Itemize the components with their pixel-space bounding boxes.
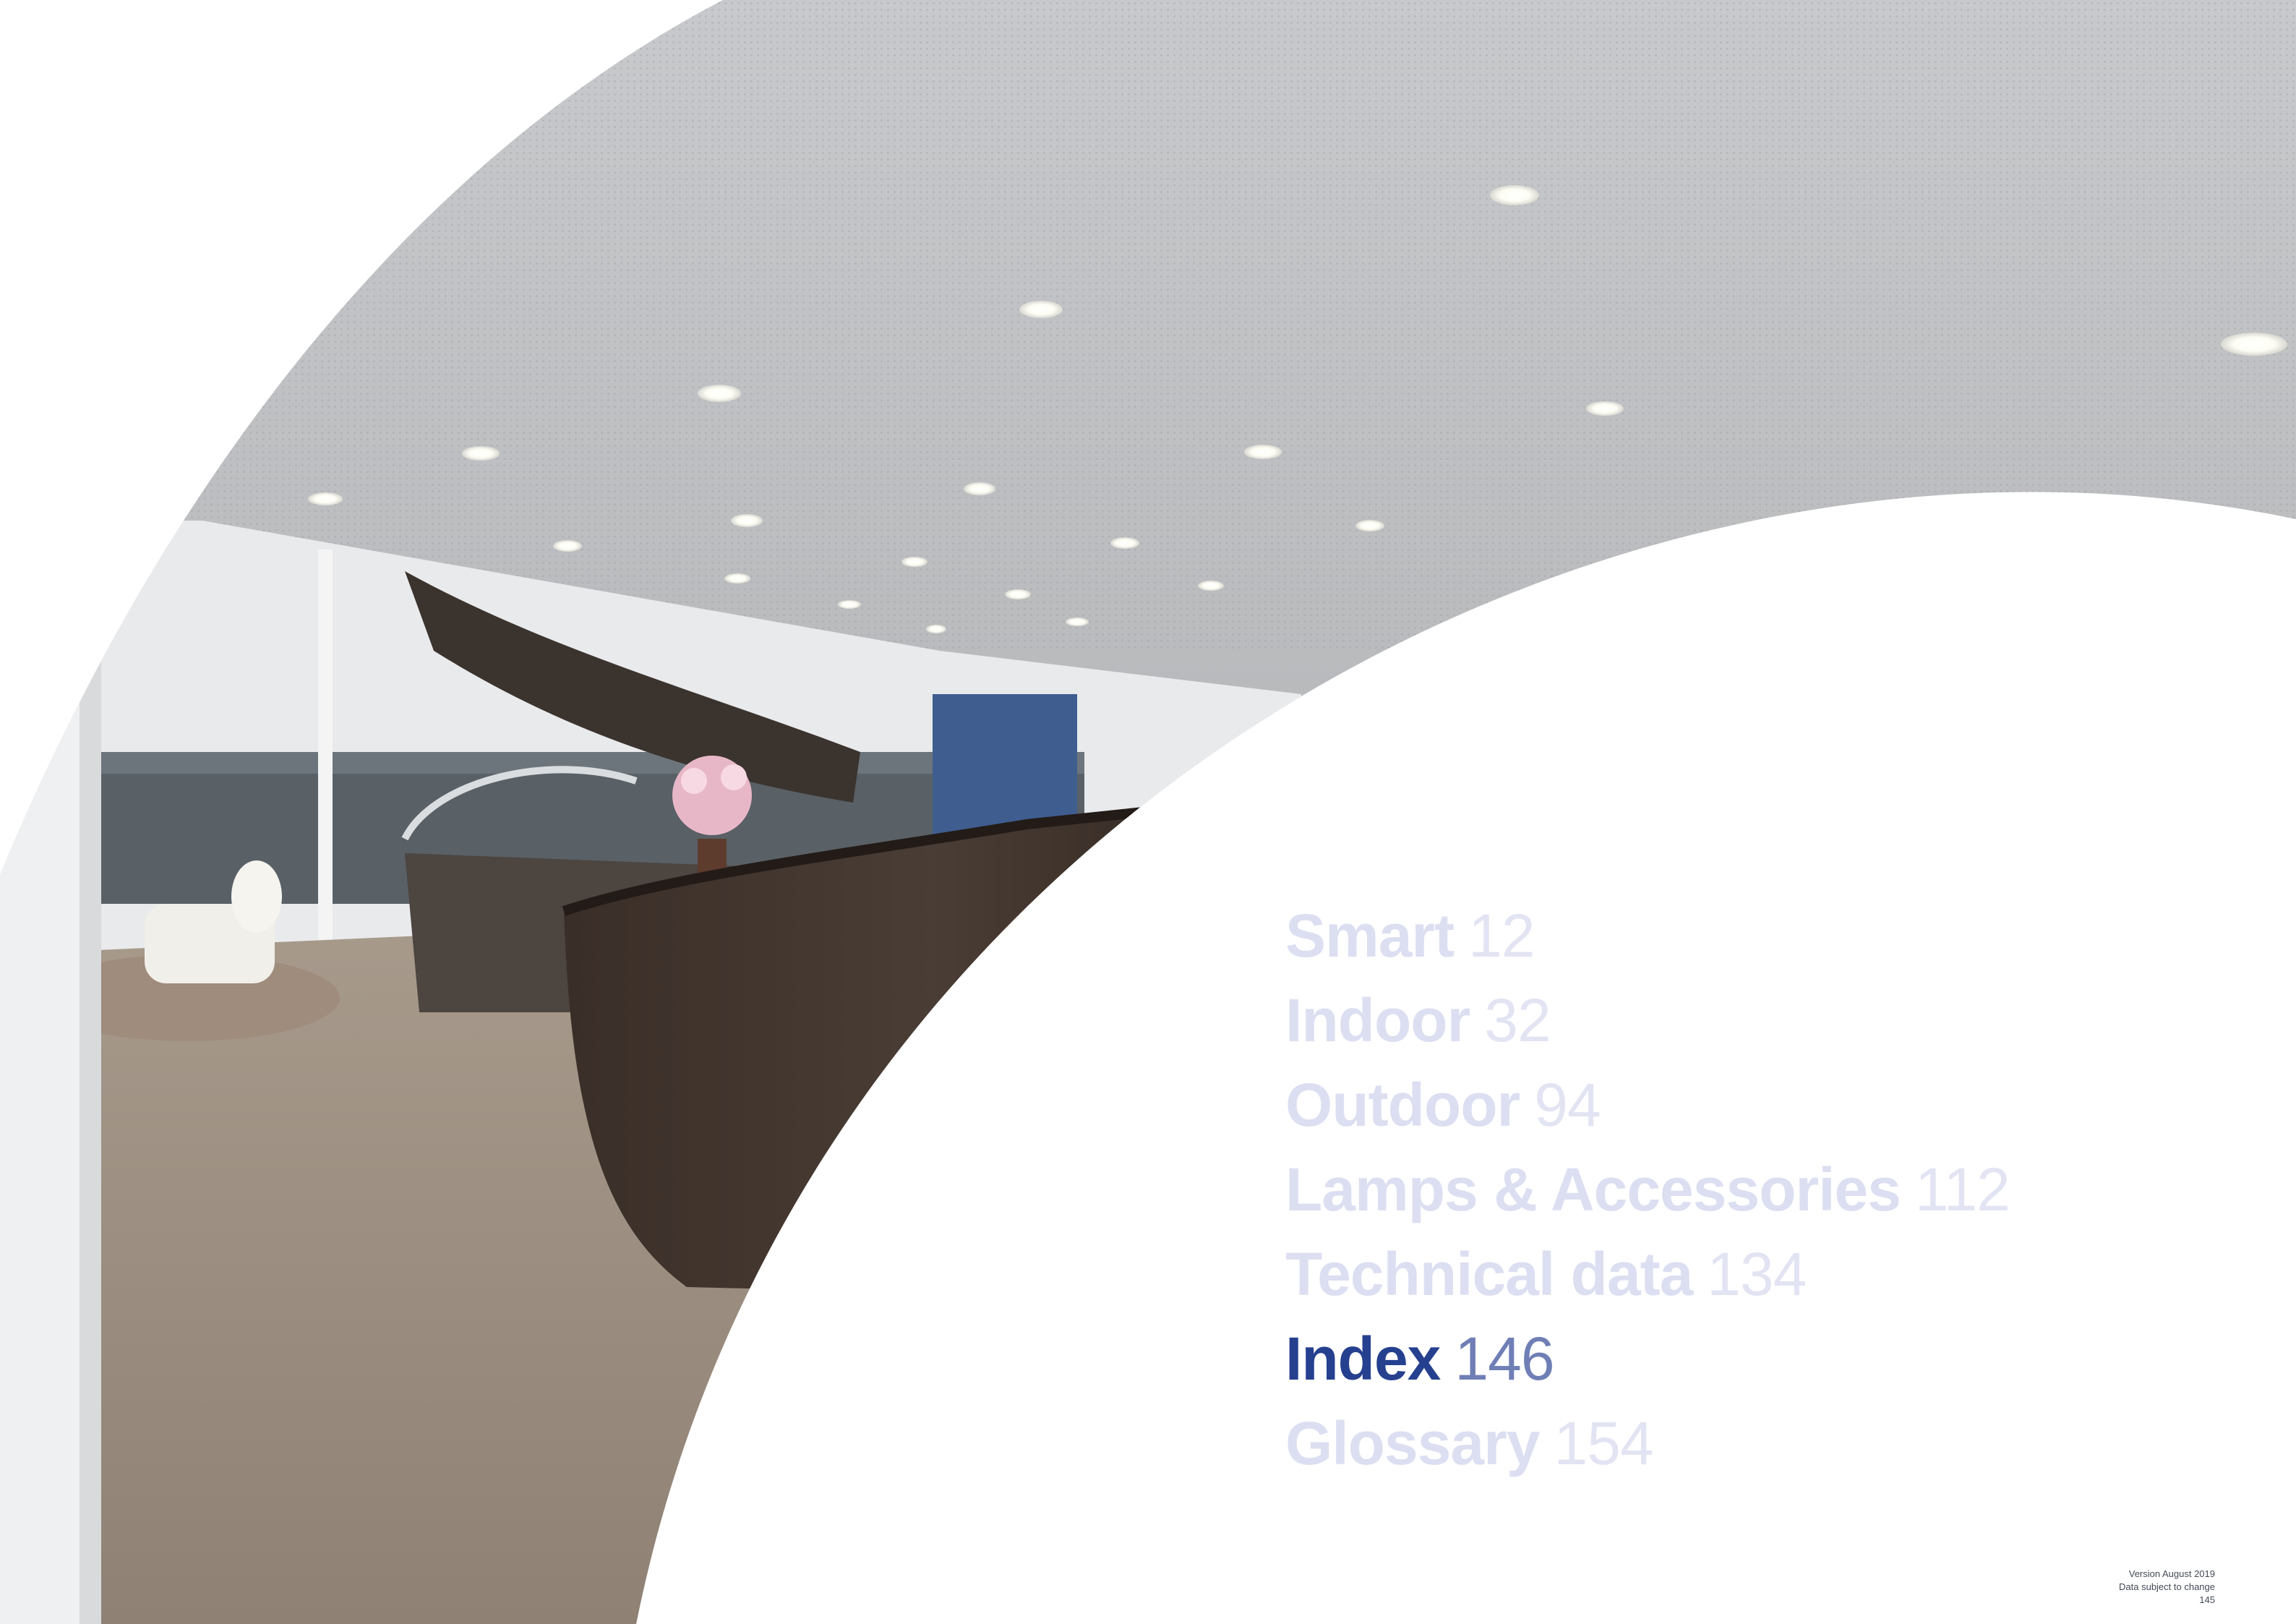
toc-label: Index [1285,1325,1441,1393]
toc-page-number: 12 [1468,902,1535,970]
toc-label: Indoor [1285,986,1470,1054]
toc-label: Smart [1285,902,1455,970]
toc-item-indoor[interactable]: Indoor 32 [1285,978,2010,1063]
toc-page-number: 146 [1455,1325,1554,1393]
toc-page-number: 134 [1707,1240,1807,1308]
page-footer: Version August 2019 Data subject to chan… [2119,1568,2215,1607]
toc-page-number: 154 [1554,1409,1654,1477]
disclaimer-note: Data subject to change [2119,1581,2215,1592]
toc-label: Lamps & Accessories [1285,1155,1901,1223]
toc-page-number: 94 [1534,1071,1601,1139]
toc-item-outdoor[interactable]: Outdoor 94 [1285,1063,2010,1148]
toc-item-index[interactable]: Index 146 [1285,1317,2010,1401]
toc-label: Glossary [1285,1409,1541,1477]
toc-item-smart[interactable]: Smart 12 [1285,894,2010,978]
table-of-contents: Smart 12 Indoor 32 Outdoor 94 Lamps & Acces… [1285,894,2010,1486]
toc-label: Outdoor [1285,1071,1520,1139]
toc-page-number: 112 [1914,1155,2010,1223]
version-note: Version August 2019 [2128,1568,2215,1579]
toc-item-glossary[interactable]: Glossary 154 [1285,1401,2010,1486]
toc-item-technical-data[interactable]: Technical data 134 [1285,1232,2010,1317]
page-number: 145 [2199,1594,2215,1605]
toc-item-lamps-accessories[interactable]: Lamps & Accessories 112 [1285,1148,2010,1232]
toc-label: Technical data [1285,1240,1693,1308]
toc-page-number: 32 [1484,986,1551,1054]
